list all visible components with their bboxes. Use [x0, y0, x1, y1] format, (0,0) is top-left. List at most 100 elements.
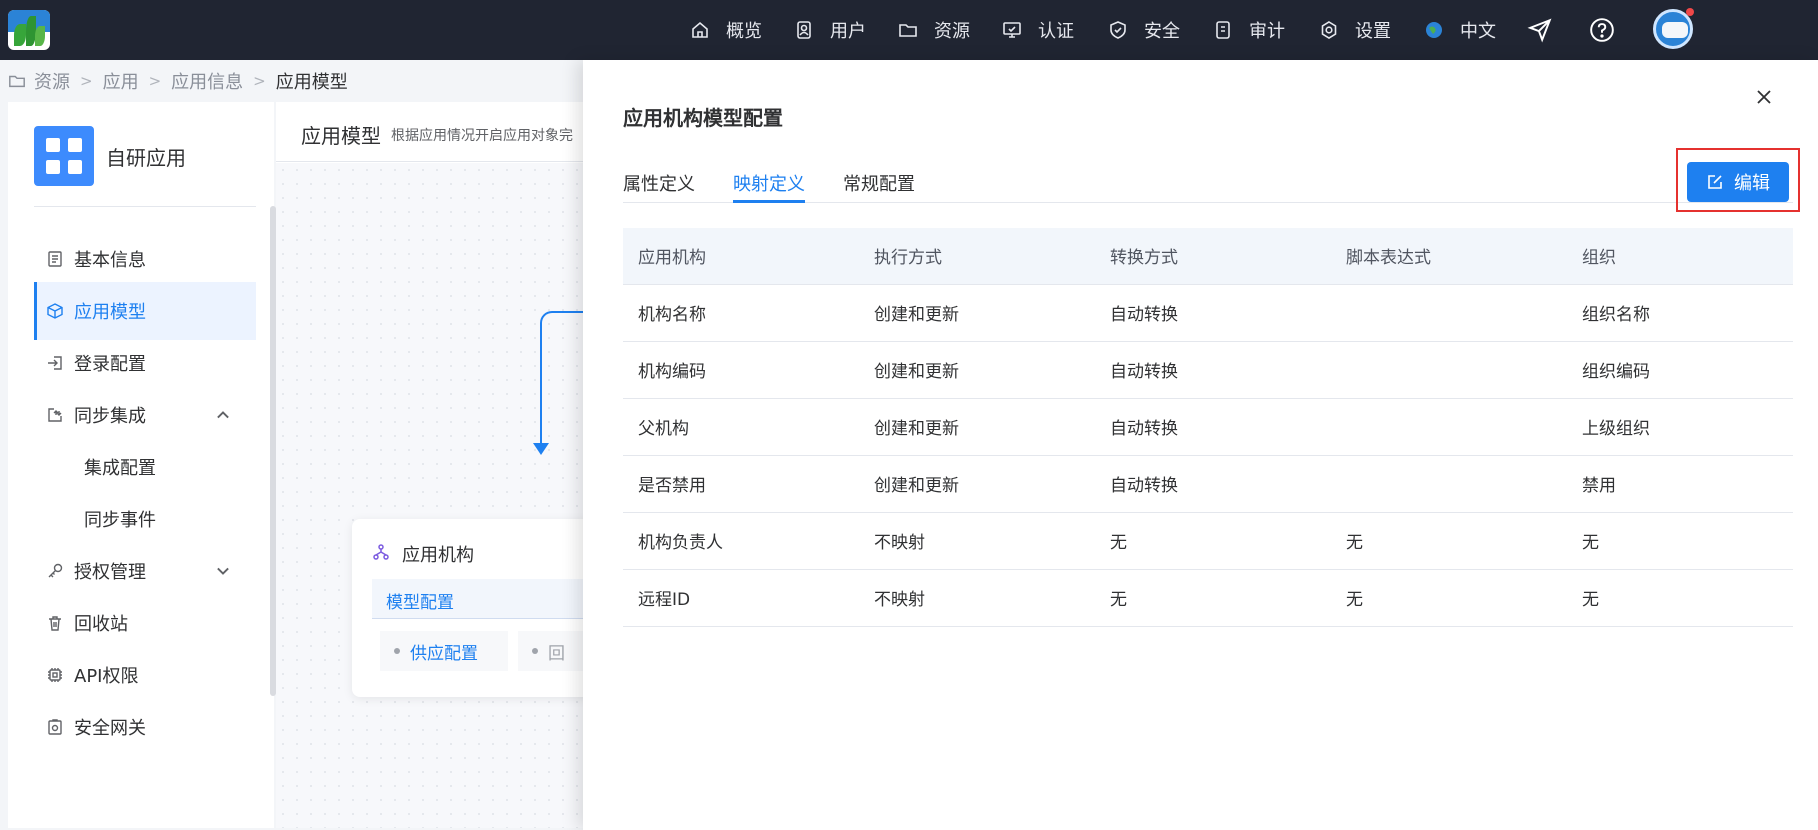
table-cell: 无 — [1331, 512, 1567, 570]
table-row: 机构编码 创建和更新 自动转换 组织编码 — [623, 341, 1793, 399]
model-node-org[interactable]: 应用机构 模型配置 供应配置 回 — [352, 519, 612, 697]
table-cell: 创建和更新 — [859, 455, 1095, 513]
shield-icon — [1110, 21, 1126, 39]
table-cell — [1331, 455, 1567, 513]
column-header: 组织 — [1567, 228, 1793, 285]
login-icon — [48, 356, 62, 370]
table-cell: 无 — [1095, 569, 1331, 627]
top-navigation-bar: 概览 用户 资源 认证 安全 审计 设置 中文 — [0, 0, 1818, 60]
language-selector[interactable]: 中文 — [1424, 0, 1496, 60]
drawer-title: 应用机构模型配置 — [623, 106, 783, 130]
column-header: 转换方式 — [1095, 228, 1331, 285]
help-icon[interactable] — [1589, 17, 1615, 43]
table-cell: 是否禁用 — [623, 455, 859, 513]
send-icon[interactable] — [1527, 17, 1553, 43]
chevron-down-icon — [217, 567, 229, 575]
nav-label: 审计 — [1249, 21, 1285, 42]
sidebar-item-api-permissions[interactable]: API权限 — [34, 646, 256, 704]
gateway-icon — [48, 719, 62, 735]
sidebar-item-basic-info[interactable]: 基本信息 — [34, 230, 256, 288]
breadcrumb-item[interactable]: 应用信息 — [171, 68, 243, 94]
table-header-row: 应用机构 执行方式 转换方式 脚本表达式 组织 — [623, 228, 1793, 285]
nav-item-auth[interactable]: 认证 — [1002, 0, 1074, 60]
table-cell: 无 — [1567, 569, 1793, 627]
nav-item-audit[interactable]: 审计 — [1213, 0, 1285, 60]
table-cell: 自动转换 — [1095, 284, 1331, 342]
table-cell: 禁用 — [1567, 455, 1793, 513]
table-cell — [1331, 341, 1567, 399]
sidebar-item-app-model[interactable]: 应用模型 — [34, 282, 256, 340]
sidebar-item-label: 安全网关 — [74, 718, 146, 739]
home-icon — [692, 21, 708, 38]
nav-item-settings[interactable]: 设置 — [1319, 0, 1391, 60]
sidebar-item-label: API权限 — [74, 666, 139, 687]
nav-label: 用户 — [830, 21, 866, 42]
breadcrumb-item[interactable]: 资源 — [34, 68, 70, 94]
close-icon[interactable] — [1753, 86, 1775, 108]
chip-label: 回 — [548, 643, 565, 664]
nav-item-resources[interactable]: 资源 — [898, 0, 970, 60]
breadcrumb: 资源 > 应用 > 应用信息 > 应用模型 — [8, 68, 348, 94]
flow-connector — [540, 323, 542, 443]
table-row: 机构负责人 不映射 无 无 无 — [623, 512, 1793, 570]
app-sidebar: 自研应用 基本信息 应用模型 登录配置 同步集成 集成配置 同步事件 授权管理 … — [8, 102, 274, 828]
table-cell: 不映射 — [859, 569, 1095, 627]
nav-item-overview[interactable]: 概览 — [690, 0, 762, 60]
edit-button[interactable]: 编辑 — [1687, 162, 1789, 202]
tab-mapping-definition[interactable]: 映射定义 — [733, 170, 805, 203]
nav-label: 中文 — [1460, 21, 1496, 42]
sidebar-item-security-gateway[interactable]: 安全网关 — [34, 698, 256, 756]
drawer-tabs: 属性定义 映射定义 常规配置 — [623, 160, 1793, 203]
model-canvas[interactable]: 应用机构 模型配置 供应配置 回 — [276, 163, 620, 828]
table-cell: 创建和更新 — [859, 398, 1095, 456]
sidebar-item-integration-config[interactable]: 集成配置 — [34, 438, 256, 496]
trash-icon — [49, 616, 61, 631]
nav-item-security[interactable]: 安全 — [1108, 0, 1180, 60]
page-subtitle: 根据应用情况开启应用对象完 — [391, 128, 573, 144]
table-row: 机构名称 创建和更新 自动转换 组织名称 — [623, 284, 1793, 342]
table-cell: 自动转换 — [1095, 341, 1331, 399]
table-cell — [1331, 284, 1567, 342]
table-cell: 不映射 — [859, 512, 1095, 570]
tab-attribute-definition[interactable]: 属性定义 — [623, 170, 695, 203]
sidebar-item-login-config[interactable]: 登录配置 — [34, 334, 256, 392]
column-header: 执行方式 — [859, 228, 1095, 285]
user-icon — [797, 21, 811, 39]
bullet-dot — [532, 648, 538, 654]
breadcrumb-item[interactable]: 应用 — [103, 68, 139, 94]
node-tab-model-config[interactable]: 模型配置 — [372, 579, 612, 619]
table-cell: 无 — [1095, 512, 1331, 570]
bullet-dot — [394, 648, 400, 654]
node-chip-supply-config[interactable]: 供应配置 — [380, 631, 508, 671]
sidebar-item-authorization[interactable]: 授权管理 — [34, 542, 256, 600]
sidebar-item-label: 同步集成 — [74, 406, 146, 427]
folder-icon — [899, 24, 917, 37]
sidebar-item-label: 集成配置 — [84, 458, 156, 479]
sidebar-item-recycle-bin[interactable]: 回收站 — [34, 594, 256, 652]
nav-item-users[interactable]: 用户 — [794, 0, 866, 60]
gear-icon — [1321, 21, 1337, 39]
table-cell: 自动转换 — [1095, 398, 1331, 456]
info-doc-icon — [48, 251, 62, 267]
org-tree-icon — [373, 544, 389, 560]
panel-header: 应用模型 根据应用情况开启应用对象完 — [276, 102, 606, 162]
table-cell: 组织编码 — [1567, 341, 1793, 399]
sidebar-item-sync-integration[interactable]: 同步集成 — [34, 386, 256, 444]
arrow-down-icon — [533, 443, 549, 455]
nav-label: 资源 — [934, 21, 970, 42]
sidebar-item-sync-events[interactable]: 同步事件 — [34, 490, 256, 548]
table-cell — [1331, 398, 1567, 456]
mapping-table: 应用机构 执行方式 转换方式 脚本表达式 组织 机构名称 创建和更新 自动转换 … — [623, 228, 1793, 627]
breadcrumb-current: 应用模型 — [275, 72, 348, 93]
table-row: 父机构 创建和更新 自动转换 上级组织 — [623, 398, 1793, 456]
chevron-right-icon: > — [253, 72, 266, 90]
nav-label: 安全 — [1144, 21, 1180, 42]
sidebar-item-label: 同步事件 — [84, 510, 156, 531]
table-cell: 自动转换 — [1095, 455, 1331, 513]
chip-label: 供应配置 — [410, 643, 478, 664]
app-model-panel: 应用模型 根据应用情况开启应用对象完 应用机构 模型配置 供应配置 回 — [276, 102, 620, 828]
sidebar-item-label: 基本信息 — [74, 250, 146, 271]
app-logo[interactable] — [8, 10, 50, 50]
edit-button-label: 编辑 — [1734, 173, 1770, 194]
tab-general-config[interactable]: 常规配置 — [843, 170, 915, 203]
